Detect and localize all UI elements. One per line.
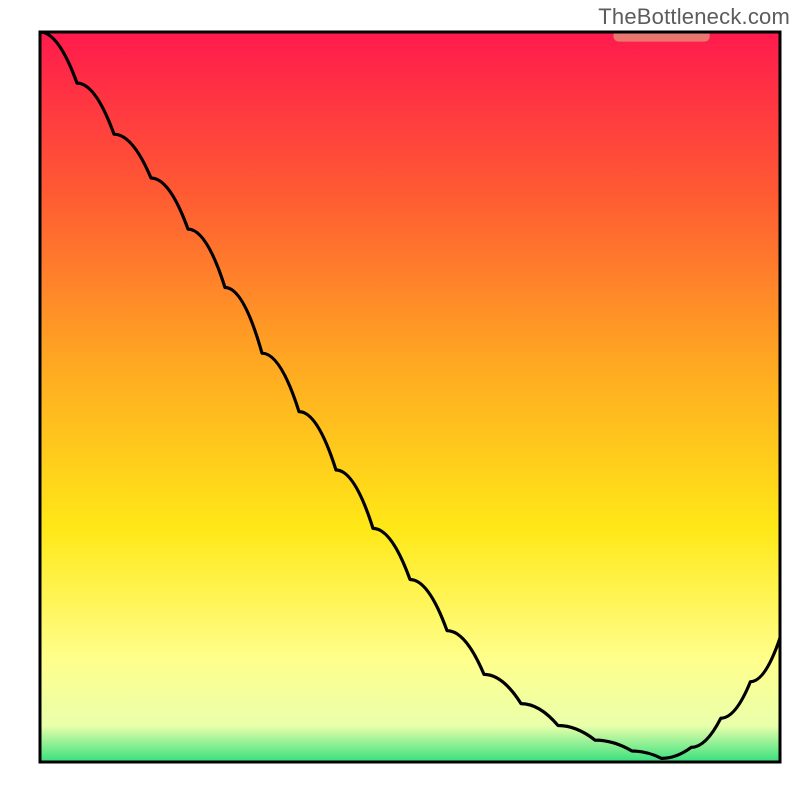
chart-svg (0, 0, 800, 800)
chart-container: TheBottleneck.com (0, 0, 800, 800)
plot-background (40, 32, 780, 762)
